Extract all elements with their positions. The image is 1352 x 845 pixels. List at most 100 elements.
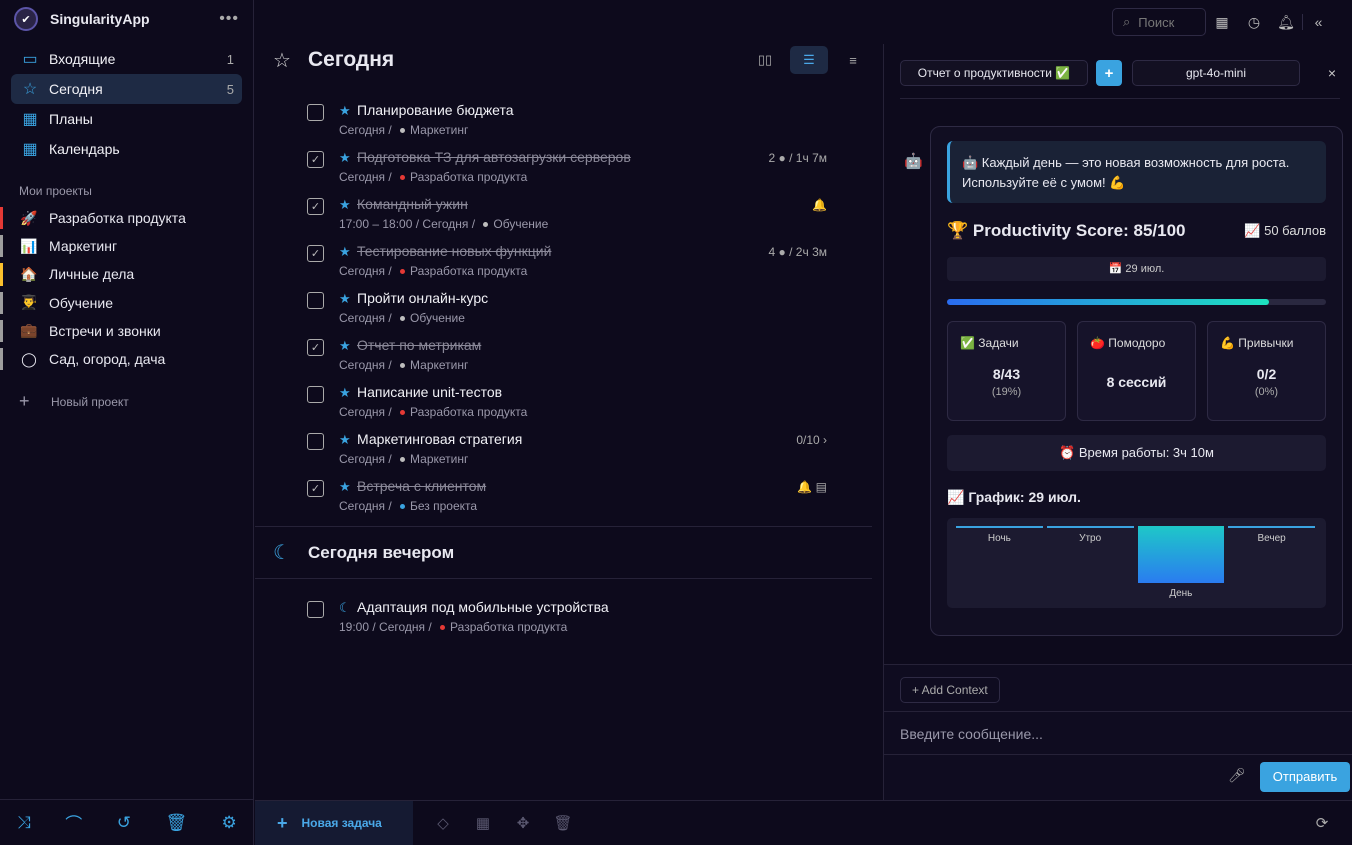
task-checkbox[interactable] <box>307 292 324 309</box>
task-extra: 4 ● / 2ч 3м <box>768 245 827 259</box>
project-item[interactable]: 📊 Маркетинг <box>0 232 253 260</box>
quote-block: 🤖 Каждый день — это новая возможность дл… <box>947 141 1326 203</box>
new-project-button[interactable]: + Новый проект <box>0 373 253 412</box>
message-input[interactable]: Введите сообщение... <box>884 711 1352 755</box>
day-graph: Ночь Утро День Вечер <box>947 518 1326 608</box>
stat-value: 0/2 <box>1256 366 1277 382</box>
task-meta-time: Сегодня <box>339 358 385 372</box>
send-button[interactable]: Отправить <box>1260 762 1350 792</box>
timer-icon[interactable]: ◷ <box>1238 14 1270 31</box>
task-project: Разработка продукта <box>410 264 528 278</box>
history-icon[interactable]: ↺ <box>117 813 131 833</box>
task-row[interactable]: ✓ ★ Подготовка ТЗ для автозагрузки серве… <box>307 146 827 186</box>
task-row[interactable]: ✓ ★ Командный ужин 17:00 – 18:00 / Сегод… <box>307 193 827 233</box>
project-item[interactable]: ◯ Сад, огород, дача <box>0 345 253 373</box>
star-icon: ★ <box>339 150 351 165</box>
star-icon: ★ <box>339 432 351 447</box>
task-checkbox[interactable] <box>307 386 324 403</box>
task-row[interactable]: ☾ Адаптация под мобильные устройства 19:… <box>307 596 827 636</box>
board-view-button[interactable]: ▯▯ <box>746 46 784 74</box>
move-icon[interactable]: ✥ <box>503 814 543 832</box>
task-checkbox[interactable] <box>307 601 324 618</box>
task-meta: Сегодня / Маркетинг <box>339 358 469 372</box>
project-dot <box>400 315 406 321</box>
task-row[interactable]: ★ Написание unit-тестов Сегодня / Разраб… <box>307 381 827 421</box>
add-context-button[interactable]: + Add Context <box>900 677 1000 703</box>
sidebar-item-1[interactable]: ☆ Сегодня 5 <box>11 74 242 104</box>
close-icon[interactable]: × <box>1328 65 1336 81</box>
task-title: Написание unit-тестов <box>357 384 503 400</box>
calendar-icon[interactable]: ▦ <box>463 814 503 832</box>
task-row[interactable]: ✓ ★ Отчет по метрикам Сегодня / Маркетин… <box>307 334 827 374</box>
task-project: Маркетинг <box>410 452 469 466</box>
task-checkbox[interactable]: ✓ <box>307 198 324 215</box>
score-row: 🏆 Productivity Score: 85/100 📈 50 баллов <box>947 221 1326 241</box>
task-row[interactable]: ★ Планирование бюджета Сегодня / Маркети… <box>307 99 827 139</box>
project-dot <box>400 409 406 415</box>
project-dot <box>400 127 406 133</box>
model-select[interactable]: gpt-4o-mini <box>1132 60 1300 86</box>
sidebar-item-3[interactable]: ▦ Календарь <box>11 134 242 164</box>
date-badge: 📅 29 июл. <box>947 257 1326 281</box>
task-row[interactable]: ★ Пройти онлайн-курс Сегодня / Обучение <box>307 287 827 327</box>
task-checkbox[interactable] <box>307 104 324 121</box>
project-label: Сад, огород, дача <box>49 351 166 368</box>
task-meta-time: Сегодня <box>339 452 385 466</box>
search-input[interactable]: ⌕ Поиск <box>1112 8 1206 36</box>
stat-label: ✅ Задачи <box>960 336 1019 350</box>
project-item[interactable]: 🏠 Личные дела <box>0 260 253 288</box>
task-row[interactable]: ★ Маркетинговая стратегия Сегодня / Марк… <box>307 428 827 468</box>
stat-habits: 💪 Привычки 0/2 (0%) <box>1207 321 1326 421</box>
project-item[interactable]: 👨‍🎓 Обучение <box>0 289 253 317</box>
task-checkbox[interactable] <box>307 433 324 450</box>
sort-button[interactable]: ≡ <box>834 46 872 74</box>
task-meta-time: 17:00 – 18:00 / Сегодня <box>339 217 469 231</box>
sidebar-item-0[interactable]: ▭ Входящие 1 <box>11 44 242 74</box>
habits-icon[interactable]: ⌒ <box>65 810 82 835</box>
task-checkbox[interactable]: ✓ <box>307 245 324 262</box>
task-title: Командный ужин <box>357 196 468 212</box>
layers-icon[interactable]: ◇ <box>423 814 463 832</box>
inbox-icon: ▭ <box>22 51 38 68</box>
stat-label: 🍅 Помодоро <box>1090 336 1166 350</box>
plus-icon: + <box>19 391 30 412</box>
task-title: Отчет по метрикам <box>357 337 482 353</box>
task-row[interactable]: ✓ ★ Встреча с клиентом Сегодня / Без про… <box>307 475 827 515</box>
projects-section-title: Мои проекты <box>19 184 92 198</box>
task-checkbox[interactable]: ✓ <box>307 339 324 356</box>
task-meta: Сегодня / Обучение <box>339 311 465 325</box>
more-options-icon[interactable]: ••• <box>219 10 239 28</box>
stat-sub: (19%) <box>991 386 1022 398</box>
score-title: 🏆 Productivity Score: 85/100 <box>947 221 1186 240</box>
task-meta: Сегодня / Разработка продукта <box>339 264 528 278</box>
sidebar-header: ✔ SingularityApp ••• <box>0 0 253 38</box>
trash-icon[interactable]: 🗑︎ <box>543 814 583 832</box>
new-task-label: Новая задача <box>301 816 382 830</box>
project-item[interactable]: 🚀 Разработка продукта <box>0 204 253 232</box>
task-meta: Сегодня / Маркетинг <box>339 452 469 466</box>
project-item[interactable]: 💼 Встречи и звонки <box>0 317 253 345</box>
task-checkbox[interactable]: ✓ <box>307 151 324 168</box>
add-button[interactable]: + <box>1096 60 1122 86</box>
task-checkbox[interactable]: ✓ <box>307 480 324 497</box>
new-task-button[interactable]: + Новая задача <box>255 800 413 845</box>
productivity-report-button[interactable]: Отчет о продуктивности ✅ <box>900 60 1088 86</box>
settings-icon[interactable]: ⚙ <box>221 813 236 833</box>
sync-icon[interactable]: ⟳ <box>1302 814 1342 832</box>
stat-label: 💪 Привычки <box>1220 336 1294 350</box>
trash-icon[interactable]: 🗑︎ <box>165 813 187 833</box>
list-view-button[interactable]: ☰ <box>790 46 828 74</box>
new-project-label: Новый проект <box>51 394 129 409</box>
calendar-icon[interactable]: ▦ <box>1206 14 1238 31</box>
microphone-icon[interactable]: 🎤︎ <box>1228 767 1246 784</box>
task-title: Тестирование новых функций <box>357 243 552 259</box>
task-row[interactable]: ✓ ★ Тестирование новых функций Сегодня /… <box>307 240 827 280</box>
sidebar-item-2[interactable]: ▦ Планы <box>11 104 242 134</box>
bell-icon[interactable]: 🔔︎ <box>1270 14 1302 31</box>
collapse-panel-icon[interactable]: « <box>1302 14 1334 30</box>
search-icon: ⌕ <box>1123 14 1131 29</box>
shuffle-icon[interactable]: ⤨ <box>17 813 31 833</box>
project-icon: 🏠 <box>20 265 38 282</box>
project-label: Личные дела <box>49 266 135 283</box>
sidebar-item-count: 1 <box>226 51 234 67</box>
